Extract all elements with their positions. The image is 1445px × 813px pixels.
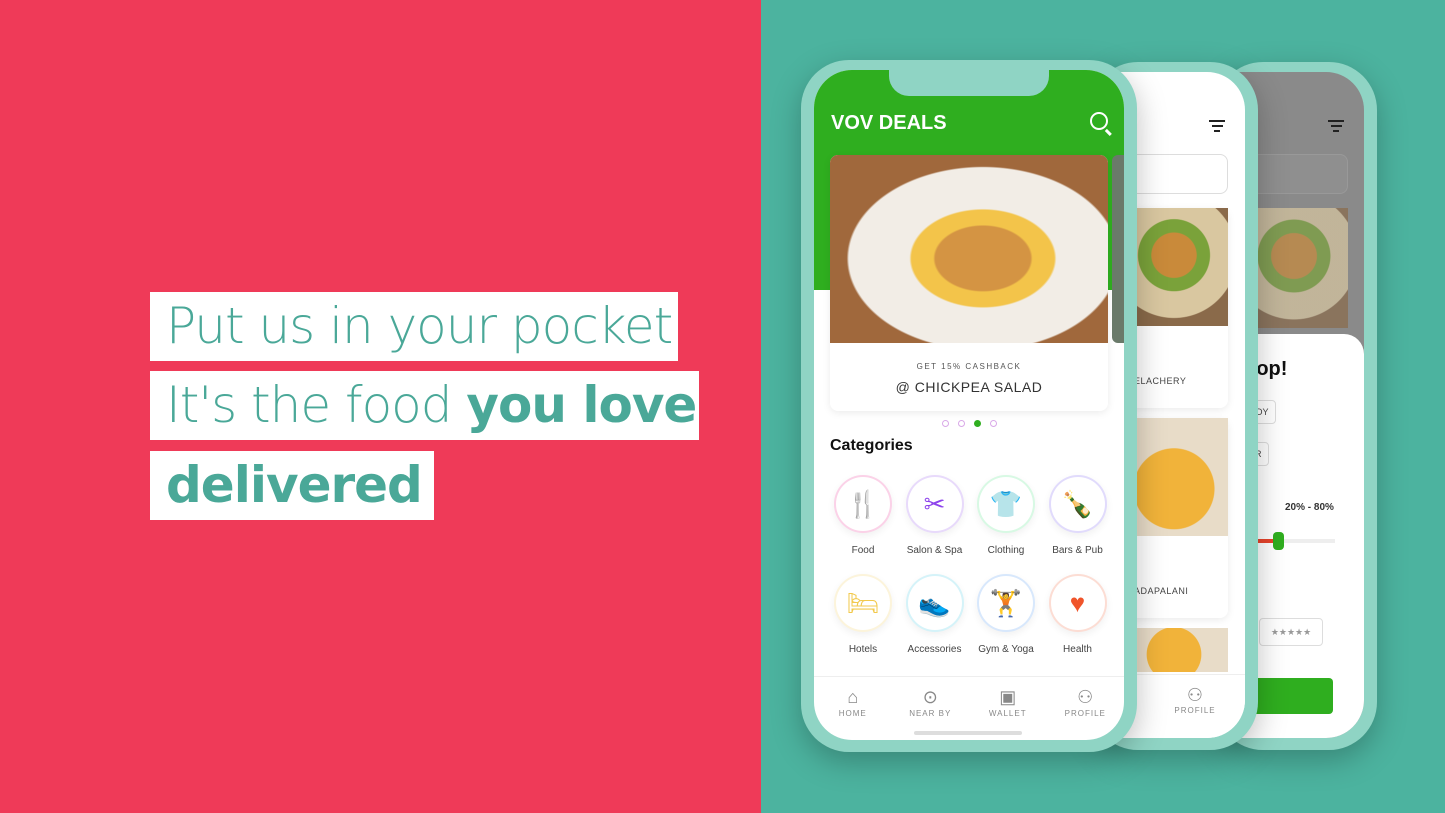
banner-card[interactable]: GET 15% CASHBACK @ CHICKPEA SALAD (830, 155, 1108, 411)
home-indicator (914, 731, 1022, 735)
deal-location: ELACHERY (1134, 376, 1187, 386)
category-clothing[interactable]: 👕 Clothing (975, 475, 1037, 556)
nav-icon: ⊙ (922, 687, 938, 707)
tagline-text: Put us in your pocket (166, 297, 673, 355)
nav-icon: ⌂ (847, 687, 859, 707)
next-banner-peek (1112, 155, 1124, 343)
category-food[interactable]: 🍴 Food (832, 475, 894, 556)
banner-kicker: GET 15% CASHBACK (916, 362, 1022, 371)
nav-label: PROFILE (1064, 709, 1106, 718)
nav-icon: ⚇ (1077, 687, 1094, 707)
search-icon[interactable] (1090, 112, 1112, 136)
tagline-text: It's the food (166, 376, 467, 434)
category-bars-pub[interactable]: 🍾 Bars & Pub (1047, 475, 1109, 556)
tagline-line-2: It's the food you love (150, 371, 699, 440)
phone-notch (889, 70, 1049, 96)
category-icon: 🍾 (1048, 475, 1107, 533)
star-rating[interactable]: ★★★★★ (1259, 618, 1323, 646)
range-value: 20% - 80% (1285, 502, 1334, 513)
nav-profile[interactable]: ⚇ PROFILE (1055, 687, 1115, 740)
category-icon: 🏋 (977, 574, 1035, 632)
filter-icon[interactable] (1328, 120, 1344, 135)
category-label: Accessories (907, 644, 962, 655)
category-hotels[interactable]: 🛏 Hotels (832, 574, 894, 655)
tagline-line-3: delivered (150, 451, 434, 520)
category-icon: ♥ (1048, 574, 1107, 632)
app-title: VOV DEALS (831, 112, 947, 134)
slider-handle[interactable] (1273, 532, 1284, 550)
category-icon: ✂ (905, 475, 964, 533)
nav-home[interactable]: ⌂ HOME (823, 687, 883, 740)
category-label: Food (851, 545, 875, 556)
tagline-line-1: Put us in your pocket (150, 292, 678, 361)
nav-icon: ▣ (999, 687, 1017, 707)
nav-label: NEAR BY (909, 709, 952, 718)
category-gym-yoga[interactable]: 🏋 Gym & Yoga (975, 574, 1037, 655)
category-label: Salon & Spa (906, 545, 963, 556)
category-label: Health (1063, 644, 1092, 655)
category-icon: 👕 (977, 475, 1035, 533)
category-label: Hotels (848, 644, 878, 655)
filter-icon[interactable] (1209, 120, 1225, 135)
deal-location: ADAPALANI (1134, 586, 1189, 596)
nav-label: HOME (838, 709, 867, 718)
tagline-bold: you love (466, 376, 697, 434)
banner-title: @ CHICKPEA SALAD (895, 379, 1043, 395)
nav-label: WALLET (988, 709, 1027, 718)
banner-photo (830, 155, 1108, 343)
category-label: Gym & Yoga (978, 644, 1034, 655)
category-salon-spa[interactable]: ✂ Salon & Spa (904, 475, 966, 556)
category-icon: 🍴 (834, 475, 892, 533)
nav-profile[interactable]: ⚇ PROFILE (1170, 685, 1220, 715)
category-icon: 👟 (905, 574, 964, 632)
phone-front: VOV DEALS GET 15% CASHBACK @ CHICKPEA SA… (801, 60, 1137, 752)
tagline-bold: delivered (166, 456, 423, 514)
profile-icon: ⚇ (1186, 685, 1204, 705)
category-label: Bars & Pub (1052, 545, 1103, 556)
category-label: Clothing (987, 545, 1025, 556)
category-accessories[interactable]: 👟 Accessories (904, 574, 966, 655)
categories-title: Categories (830, 437, 913, 454)
category-health[interactable]: ♥ Health (1047, 574, 1109, 655)
carousel-dots[interactable] (814, 420, 1124, 427)
category-icon: 🛏 (834, 574, 892, 632)
